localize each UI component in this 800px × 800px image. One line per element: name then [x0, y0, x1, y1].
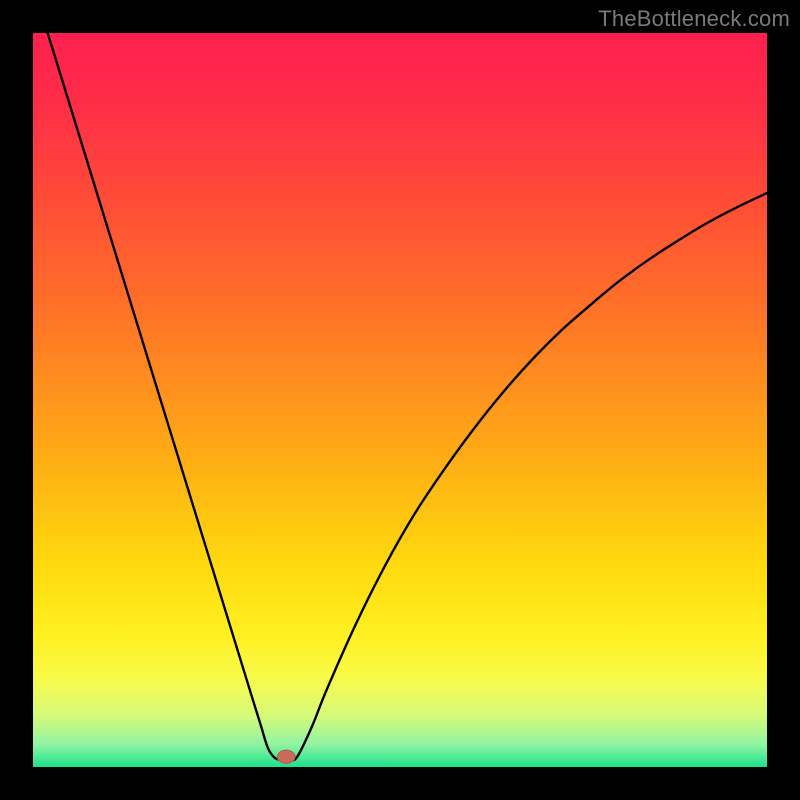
watermark-text: TheBottleneck.com: [598, 6, 790, 32]
plot-area: [33, 33, 767, 767]
chart-frame: TheBottleneck.com: [0, 0, 800, 800]
chart-svg: [33, 33, 767, 767]
optimal-point-marker: [277, 750, 295, 763]
gradient-background: [33, 33, 767, 767]
